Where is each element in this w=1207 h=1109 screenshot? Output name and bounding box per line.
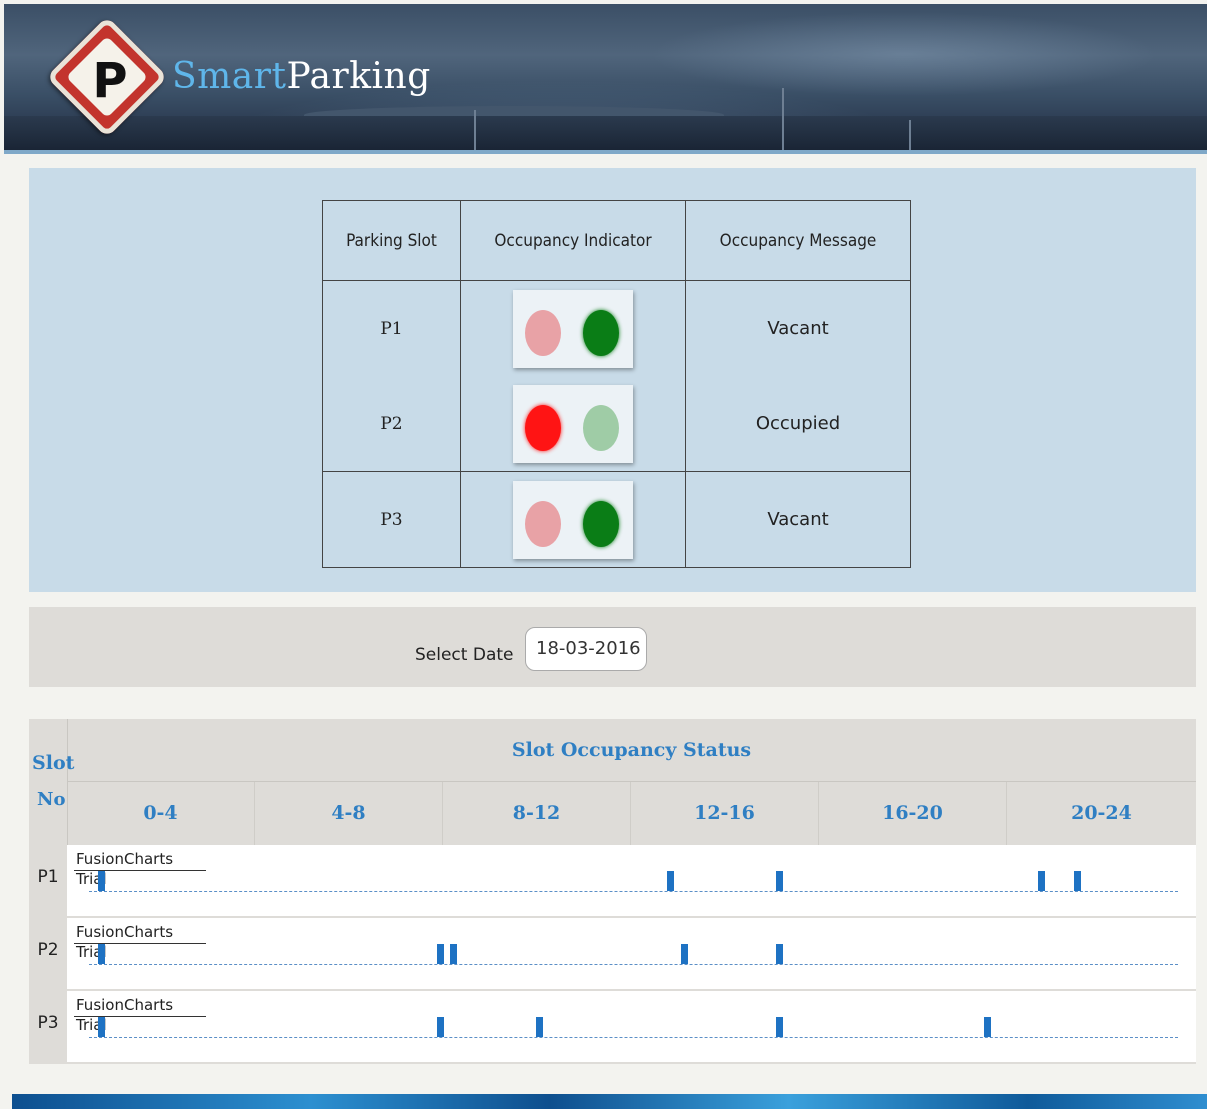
time-range-label: 20-24: [1071, 802, 1132, 824]
column-header-occupancy-indicator: Occupancy Indicator: [460, 200, 686, 281]
row-slot-label: P1: [37, 867, 59, 887]
column-header-parking-slot: Parking Slot: [322, 200, 461, 281]
red-light-icon: [525, 309, 561, 356]
occupancy-event-mark: [450, 944, 458, 964]
occupancy-event-mark: [775, 944, 783, 964]
red-light-icon: [525, 404, 561, 451]
timeline-baseline: [89, 1037, 1178, 1038]
date-input[interactable]: 18-03-2016: [525, 627, 647, 671]
slot-name: P2: [380, 413, 403, 434]
occupancy-event-mark: [680, 944, 688, 964]
date-selector-bar: Select Date 18-03-2016: [29, 607, 1196, 687]
occupancy-message: Vacant: [767, 509, 829, 530]
slot-name-cell: P3: [322, 471, 461, 568]
brand-name: SmartParking: [172, 56, 431, 97]
slot-no-header: Slot No: [29, 719, 74, 845]
header-pole: [782, 88, 784, 150]
time-range-label: 12-16: [631, 782, 819, 845]
row-slot-label: P2: [37, 940, 59, 960]
occupancy-row-p2: P2 FusionCharts Trial: [29, 918, 1196, 989]
table-row: P2 Occupied: [322, 376, 911, 472]
time-range-label: 8-12: [443, 782, 631, 845]
occupancy-timeline: FusionCharts Trial: [67, 918, 1196, 989]
occupancy-event-mark: [97, 1017, 105, 1037]
occupancy-timeline: FusionCharts Trial: [67, 845, 1196, 916]
occupancy-event-mark: [775, 871, 783, 891]
occupancy-event-mark: [436, 1017, 444, 1037]
logo-letter: P: [92, 53, 128, 109]
occupancy-event-mark: [1037, 871, 1045, 891]
slot-name-cell: P1: [322, 280, 461, 376]
status-panel: Parking Slot Occupancy Indicator Occupan…: [29, 168, 1196, 592]
green-light-icon: [583, 500, 619, 547]
app-header: P SmartParking: [4, 4, 1207, 154]
watermark-label: FusionCharts Trial: [74, 849, 206, 888]
slot-name: P1: [380, 318, 403, 339]
watermark-label: FusionCharts Trial: [74, 922, 206, 961]
occupancy-message: Vacant: [767, 318, 829, 339]
table-row: P1 Vacant: [322, 280, 911, 376]
table-row: P3 Vacant: [322, 471, 911, 568]
green-light-icon: [583, 404, 619, 451]
header-pole: [909, 120, 911, 150]
occupancy-message: Occupied: [755, 413, 841, 434]
time-range-header: 0-4 4-8 8-12 12-16 16-20 20-24: [67, 782, 1196, 845]
time-range-label: 0-4: [67, 782, 255, 845]
indicator-cell: [460, 280, 686, 376]
message-cell: Occupied: [685, 376, 911, 472]
occupancy-event-mark: [983, 1017, 991, 1037]
timeline-baseline: [89, 891, 1178, 892]
slot-name-cell: P2: [322, 376, 461, 472]
timeline-baseline: [89, 964, 1178, 965]
chart-title: Slot Occupancy Status: [67, 719, 1196, 782]
time-range-label: 4-8: [255, 782, 443, 845]
brand-part-smart: Smart: [172, 56, 287, 97]
occupancy-event-mark: [436, 944, 444, 964]
slot-name: P3: [380, 509, 403, 530]
traffic-light-indicator: [513, 384, 633, 463]
indicator-cell: [460, 471, 686, 568]
occupancy-event-mark: [667, 871, 675, 891]
time-range-label: 16-20: [819, 782, 1007, 845]
footer-bar: [12, 1094, 1207, 1109]
occupancy-grid: Slot No Slot Occupancy Status 0-4 4-8 8-…: [29, 719, 1196, 1064]
slot-status-table: Parking Slot Occupancy Indicator Occupan…: [322, 200, 911, 568]
occupancy-event-mark: [1074, 871, 1082, 891]
red-light-icon: [525, 500, 561, 547]
green-light-icon: [583, 309, 619, 356]
occupancy-event-mark: [97, 944, 105, 964]
message-cell: Vacant: [685, 280, 911, 376]
occupancy-timeline: FusionCharts Trial: [67, 991, 1196, 1062]
occupancy-event-mark: [97, 871, 105, 891]
occupancy-row-p3: P3 FusionCharts Trial: [29, 991, 1196, 1062]
traffic-light-indicator: [513, 480, 633, 559]
traffic-light-indicator: [513, 289, 633, 368]
occupancy-row-p1: P1 FusionCharts Trial: [29, 845, 1196, 916]
occupancy-event-mark: [775, 1017, 783, 1037]
header-ground: [4, 116, 1207, 150]
watermark-label: FusionCharts Trial: [74, 995, 206, 1034]
occupancy-event-mark: [536, 1017, 544, 1037]
message-cell: Vacant: [685, 471, 911, 568]
header-pole: [474, 110, 476, 150]
brand-part-parking: Parking: [286, 56, 431, 97]
slot-no-header-line2: No: [37, 789, 66, 810]
column-header-occupancy-message: Occupancy Message: [685, 200, 911, 281]
row-slot-label: P3: [37, 1013, 59, 1033]
indicator-cell: [460, 376, 686, 472]
select-date-label: Select Date: [415, 645, 514, 665]
